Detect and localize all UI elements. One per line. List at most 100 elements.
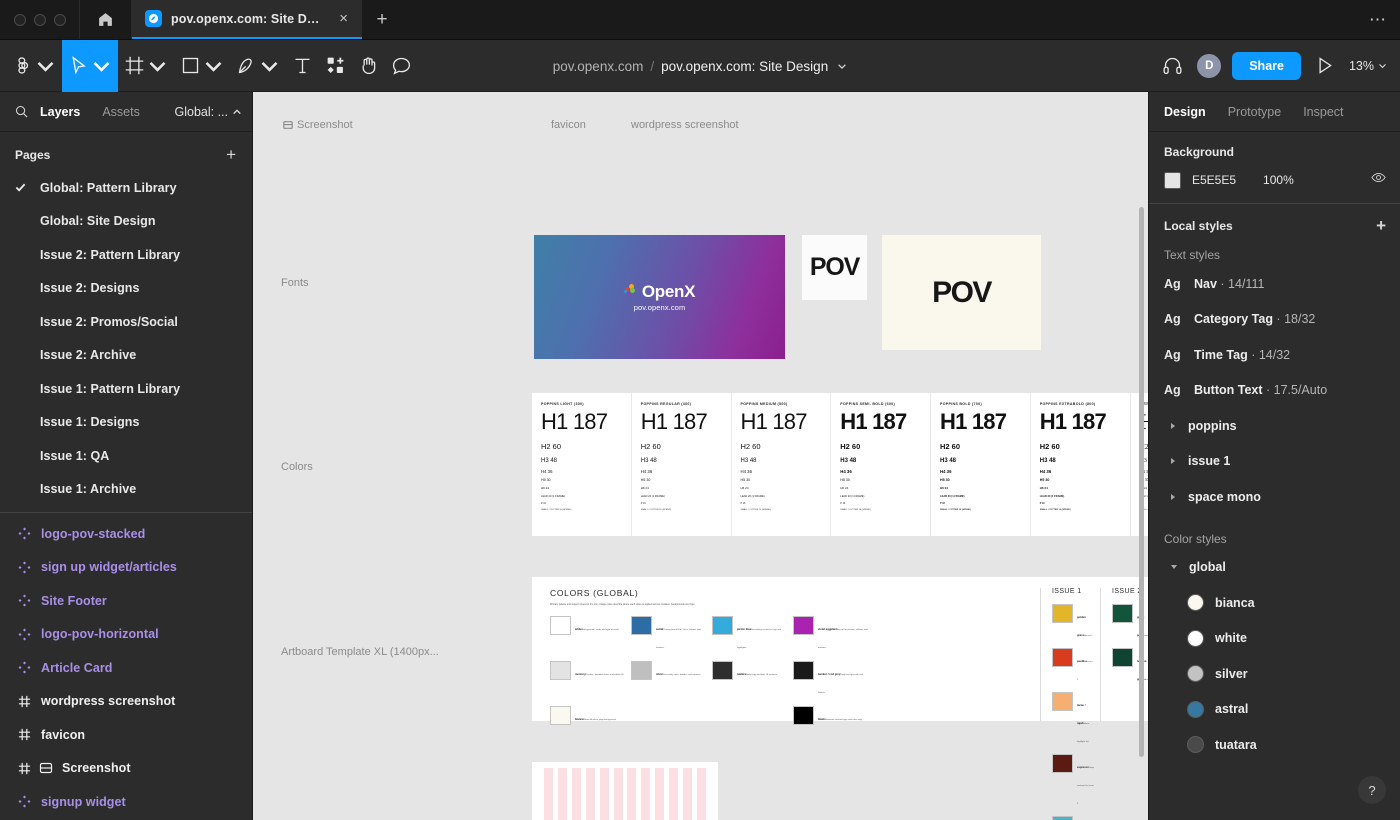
- zoom-control[interactable]: 13%: [1349, 59, 1387, 73]
- tab-inspect[interactable]: Inspect: [1303, 105, 1353, 119]
- text-style-group-issue-1[interactable]: issue 1: [1149, 444, 1400, 480]
- frame-label-colors[interactable]: Colors: [281, 461, 313, 473]
- layer-item-logo-pov-stacked[interactable]: logo-pov-stacked: [0, 517, 252, 551]
- breadcrumb-project[interactable]: pov.openx.com: [553, 59, 644, 74]
- eye-icon[interactable]: [1371, 170, 1386, 190]
- file-tab[interactable]: pov.openx.com: Site Design ×: [132, 0, 362, 39]
- page-item-global-site-design[interactable]: Global: Site Design: [0, 205, 252, 239]
- help-button[interactable]: ?: [1358, 776, 1386, 804]
- page-item-issue2-promos-social[interactable]: Issue 2: Promos/Social: [0, 305, 252, 339]
- layer-item-favicon[interactable]: favicon: [0, 718, 252, 752]
- layer-item-signup-widget[interactable]: signup widget: [0, 785, 252, 819]
- search-icon[interactable]: [14, 104, 29, 119]
- swatch[interactable]: picton blueSecondary accent for tags and…: [712, 616, 789, 653]
- swatch[interactable]: biancaWarm off-white page background.: [550, 706, 627, 725]
- frame-favicon[interactable]: POV: [802, 235, 867, 300]
- avatar[interactable]: D: [1196, 53, 1222, 79]
- background-color-swatch[interactable]: [1164, 172, 1181, 189]
- frame-label-artboard-template[interactable]: Artboard Template XL (1400px...: [281, 646, 439, 658]
- background-hex[interactable]: E5E5E5: [1192, 173, 1236, 187]
- new-tab-button[interactable]: +: [362, 0, 402, 39]
- audio-button[interactable]: [1158, 52, 1186, 80]
- resources-button[interactable]: [319, 40, 352, 92]
- color-style-bianca[interactable]: bianca: [1149, 585, 1400, 621]
- frame-wordpress-screenshot[interactable]: POV: [882, 235, 1041, 350]
- frame-tool-button[interactable]: [118, 40, 174, 92]
- swatch[interactable]: puebloAccent 2: [1052, 648, 1094, 685]
- layer-item-site-footer[interactable]: Site Footer: [0, 584, 252, 618]
- swatch[interactable]: bunker / cod greyDeep backgrounds and fo…: [793, 661, 870, 698]
- color-style-silver[interactable]: silver: [1149, 656, 1400, 692]
- frame-label-favicon[interactable]: favicon: [551, 119, 586, 131]
- swatch[interactable]: astralPrimary brand blue. Links, buttons…: [631, 616, 708, 653]
- window-minimize-button[interactable]: [34, 14, 46, 26]
- comment-tool-button[interactable]: [385, 40, 418, 92]
- frame-colors[interactable]: COLORS (GLOBAL) Primary palette and supp…: [532, 577, 1148, 721]
- page-item-issue1-pattern-library[interactable]: Issue 1: Pattern Library: [0, 372, 252, 406]
- layer-item-sign-up-widget-articles[interactable]: sign up widget/articles: [0, 551, 252, 585]
- design-canvas[interactable]: Screenshot OpenX pov.openx.com: [253, 92, 1148, 820]
- window-close-button[interactable]: [14, 14, 26, 26]
- frame-fonts[interactable]: POPPINS LIGHT (300) H1 187 H2 60 H3 48 H…: [532, 393, 1148, 536]
- chevron-down-icon[interactable]: [837, 61, 847, 71]
- swatch[interactable]: espressoDeep contrast for issue 1: [1052, 754, 1094, 809]
- text-style-group-poppins[interactable]: poppins: [1149, 408, 1400, 444]
- background-opacity[interactable]: 100%: [1263, 173, 1294, 187]
- share-button[interactable]: Share: [1232, 52, 1301, 80]
- overflow-menu-icon[interactable]: ⋯: [1356, 0, 1400, 39]
- swatch[interactable]: golden grassAccent 1: [1052, 604, 1094, 641]
- swatch[interactable]: tuataraBody copy and dark UI surfaces.: [712, 661, 789, 698]
- library-selector[interactable]: Global: ...: [175, 105, 243, 119]
- figma-menu-button[interactable]: [6, 40, 62, 92]
- frame-artboard-template[interactable]: [532, 762, 718, 820]
- tab-layers[interactable]: Layers: [29, 105, 91, 119]
- home-button[interactable]: [80, 0, 132, 39]
- swatch[interactable]: silverSecondary rules, borders and capti…: [631, 661, 708, 698]
- color-style-astral[interactable]: astral: [1149, 692, 1400, 728]
- text-style-group-space-mono[interactable]: space mono: [1149, 479, 1400, 515]
- swatch[interactable]: fountain blueCool accent for issue 1: [1052, 816, 1094, 820]
- shape-tool-button[interactable]: [174, 40, 230, 92]
- text-tool-button[interactable]: [286, 40, 319, 92]
- swatch[interactable]: violet eggplantAccent for promos, callou…: [793, 616, 870, 653]
- layer-item-logo-pov-horizontal[interactable]: logo-pov-horizontal: [0, 618, 252, 652]
- tab-prototype[interactable]: Prototype: [1228, 105, 1292, 119]
- frame-label-wordpress-screenshot[interactable]: wordpress screenshot: [631, 119, 739, 131]
- text-style-nav[interactable]: Ag Nav · 14/111: [1149, 266, 1400, 302]
- tab-assets[interactable]: Assets: [91, 105, 151, 119]
- add-page-button[interactable]: +: [224, 146, 238, 163]
- color-style-group-global[interactable]: global: [1149, 550, 1400, 586]
- frame-label-fonts[interactable]: Fonts: [281, 277, 309, 289]
- frame-screenshot[interactable]: OpenX pov.openx.com: [534, 235, 785, 359]
- page-item-issue2-archive[interactable]: Issue 2: Archive: [0, 339, 252, 373]
- add-style-button[interactable]: +: [1376, 217, 1386, 234]
- window-maximize-button[interactable]: [54, 14, 66, 26]
- swatch[interactable]: whiteBackgrounds, cards and type reversa…: [550, 616, 627, 653]
- present-button[interactable]: [1311, 52, 1339, 80]
- text-style-time-tag[interactable]: Ag Time Tag · 14/32: [1149, 337, 1400, 373]
- tab-design[interactable]: Design: [1164, 105, 1216, 119]
- text-style-category-tag[interactable]: Ag Category Tag · 18/32: [1149, 302, 1400, 338]
- layer-item-article-card[interactable]: Article Card: [0, 651, 252, 685]
- swatch[interactable]: blackMaximum contrast type and rules onl…: [793, 706, 870, 725]
- color-style-tuatara[interactable]: tuatara: [1149, 727, 1400, 763]
- canvas-vertical-scrollbar[interactable]: [1139, 207, 1144, 757]
- color-style-white[interactable]: white: [1149, 621, 1400, 657]
- close-icon[interactable]: ×: [335, 8, 352, 29]
- page-item-issue1-designs[interactable]: Issue 1: Designs: [0, 406, 252, 440]
- page-item-global-pattern-library[interactable]: Global: Pattern Library: [0, 171, 252, 205]
- page-item-issue1-archive[interactable]: Issue 1: Archive: [0, 473, 252, 507]
- move-tool-button[interactable]: [62, 40, 118, 92]
- layer-item-wordpress-screenshot[interactable]: wordpress screenshot: [0, 685, 252, 719]
- swatch[interactable]: tacao / rajahWarm highlight tint: [1052, 692, 1094, 747]
- breadcrumb-file[interactable]: pov.openx.com: Site Design: [661, 59, 828, 74]
- swatch[interactable]: mercuryDividers, disabled states and sub…: [550, 661, 627, 698]
- text-style-button-text[interactable]: Ag Button Text · 17.5/Auto: [1149, 373, 1400, 409]
- page-item-issue2-designs[interactable]: Issue 2: Designs: [0, 272, 252, 306]
- page-item-issue2-pattern-library[interactable]: Issue 2: Pattern Library: [0, 238, 252, 272]
- layer-item-screenshot[interactable]: Screenshot: [0, 752, 252, 786]
- frame-label-screenshot[interactable]: Screenshot: [283, 119, 353, 131]
- pen-tool-button[interactable]: [230, 40, 286, 92]
- hand-tool-button[interactable]: [352, 40, 385, 92]
- page-item-issue1-qa[interactable]: Issue 1: QA: [0, 439, 252, 473]
